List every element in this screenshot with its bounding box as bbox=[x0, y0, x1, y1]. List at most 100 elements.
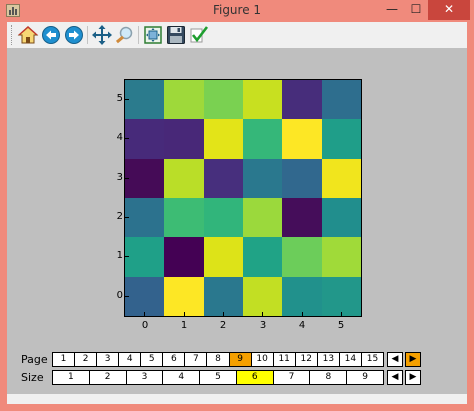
heatmap-cell bbox=[203, 119, 243, 159]
home-button[interactable] bbox=[17, 24, 39, 46]
size-label: Size bbox=[21, 371, 44, 384]
y-tick-mark bbox=[125, 99, 129, 100]
page-option[interactable]: 9 bbox=[228, 352, 252, 367]
toolbar-separator bbox=[87, 26, 88, 44]
forward-button[interactable] bbox=[63, 24, 85, 46]
figure-client-area: 5 4 3 2 1 0 0 1 2 3 4 5 Page ◀ ▶ 1234567… bbox=[7, 22, 467, 404]
heatmap-cell bbox=[125, 237, 165, 277]
heatmap-cell bbox=[282, 276, 322, 316]
toolbar-separator bbox=[138, 26, 139, 44]
page-option[interactable]: 5 bbox=[140, 352, 164, 367]
back-button[interactable] bbox=[40, 24, 62, 46]
page-option[interactable]: 3 bbox=[96, 352, 120, 367]
heatmap-cell bbox=[321, 119, 361, 159]
forward-icon bbox=[65, 26, 83, 44]
page-option[interactable]: 2 bbox=[74, 352, 98, 367]
page-option[interactable]: 7 bbox=[184, 352, 208, 367]
page-option[interactable]: 12 bbox=[294, 352, 318, 367]
heatmap-cell bbox=[242, 80, 283, 120]
heatmap-cell bbox=[282, 197, 322, 238]
x-tick-mark bbox=[223, 312, 224, 316]
y-tick-label: 0 bbox=[116, 290, 123, 301]
toolbar-grip[interactable] bbox=[11, 25, 14, 45]
size-option[interactable]: 1 bbox=[52, 370, 90, 385]
size-option[interactable]: 6 bbox=[235, 370, 274, 385]
heatmap-cell bbox=[242, 158, 283, 198]
minimize-button[interactable]: — bbox=[380, 0, 404, 20]
title-bar[interactable]: Figure 1 — ☐ ✕ bbox=[0, 0, 474, 22]
heatmap-cell bbox=[321, 158, 361, 198]
heatmap-cell bbox=[282, 80, 322, 120]
save-icon bbox=[167, 26, 185, 44]
page-label: Page bbox=[21, 353, 48, 366]
heatmap-plot[interactable] bbox=[124, 79, 362, 317]
heatmap-cell bbox=[242, 119, 283, 159]
heatmap-cell bbox=[242, 237, 283, 277]
figure-window: Figure 1 — ☐ ✕ 5 4 3 2 1 0 0 1 2 3 4 5 P… bbox=[0, 0, 474, 411]
pan-button[interactable] bbox=[91, 24, 113, 46]
heatmap-cell bbox=[125, 197, 165, 238]
x-tick-label: 3 bbox=[259, 320, 267, 331]
x-tick-label: 2 bbox=[219, 320, 227, 331]
x-tick-mark bbox=[144, 312, 145, 316]
page-option[interactable]: 11 bbox=[272, 352, 296, 367]
size-option[interactable]: 8 bbox=[309, 370, 348, 385]
zoom-button[interactable] bbox=[114, 24, 136, 46]
heatmap-cell bbox=[282, 237, 322, 277]
page-option[interactable]: 8 bbox=[206, 352, 230, 367]
heatmap-cell bbox=[242, 276, 283, 316]
page-next-button[interactable]: ▶ bbox=[405, 352, 421, 367]
heatmap-cell bbox=[321, 276, 361, 316]
heatmap-cell bbox=[164, 80, 204, 120]
size-option[interactable]: 2 bbox=[88, 370, 127, 385]
pan-icon bbox=[92, 25, 112, 45]
heatmap-cell bbox=[164, 237, 204, 277]
x-tick-mark bbox=[262, 312, 263, 316]
size-prev-button[interactable]: ◀ bbox=[387, 370, 403, 385]
size-option[interactable]: 7 bbox=[272, 370, 311, 385]
page-option[interactable]: 6 bbox=[162, 352, 186, 367]
heatmap-cell bbox=[282, 158, 322, 198]
close-button[interactable]: ✕ bbox=[428, 0, 470, 20]
size-option[interactable]: 9 bbox=[346, 370, 384, 385]
page-option[interactable]: 13 bbox=[316, 352, 340, 367]
page-prev-button[interactable]: ◀ bbox=[387, 352, 403, 367]
page-option[interactable]: 1 bbox=[52, 352, 76, 367]
heatmap-cell bbox=[164, 197, 204, 238]
x-tick-label: 5 bbox=[337, 320, 345, 331]
home-icon bbox=[17, 26, 39, 44]
size-next-button[interactable]: ▶ bbox=[405, 370, 421, 385]
heatmap-cell bbox=[242, 197, 283, 238]
y-tick-mark bbox=[125, 178, 129, 179]
heatmap-cell bbox=[125, 119, 165, 159]
size-option[interactable]: 4 bbox=[162, 370, 201, 385]
x-tick-label: 0 bbox=[141, 320, 149, 331]
edit-button[interactable] bbox=[188, 24, 210, 46]
x-tick-mark bbox=[302, 312, 303, 316]
y-tick-mark bbox=[125, 296, 129, 297]
y-tick-label: 2 bbox=[116, 211, 123, 222]
heatmap-cell bbox=[125, 80, 165, 120]
heatmap-cell bbox=[164, 158, 204, 198]
heatmap-cell bbox=[203, 197, 243, 238]
heatmap-cell bbox=[321, 80, 361, 120]
save-button[interactable] bbox=[165, 24, 187, 46]
subplots-button[interactable] bbox=[142, 24, 164, 46]
page-option[interactable]: 4 bbox=[118, 352, 142, 367]
figure-canvas[interactable]: 5 4 3 2 1 0 0 1 2 3 4 5 Page ◀ ▶ 1234567… bbox=[7, 48, 467, 396]
y-tick-label: 5 bbox=[116, 93, 123, 104]
back-icon bbox=[42, 26, 60, 44]
size-option[interactable]: 3 bbox=[125, 370, 164, 385]
x-tick-mark bbox=[184, 312, 185, 316]
heatmap-cell bbox=[321, 237, 361, 277]
size-control: Size ◀ ▶ 123456789 bbox=[7, 370, 467, 387]
page-option[interactable]: 15 bbox=[360, 352, 384, 367]
y-tick-mark bbox=[125, 138, 129, 139]
x-tick-label: 4 bbox=[298, 320, 306, 331]
page-option[interactable]: 14 bbox=[338, 352, 362, 367]
maximize-button[interactable]: ☐ bbox=[404, 0, 428, 20]
heatmap-cell bbox=[203, 80, 243, 120]
size-option[interactable]: 5 bbox=[199, 370, 237, 385]
page-option[interactable]: 10 bbox=[250, 352, 274, 367]
y-tick-label: 3 bbox=[116, 172, 123, 183]
